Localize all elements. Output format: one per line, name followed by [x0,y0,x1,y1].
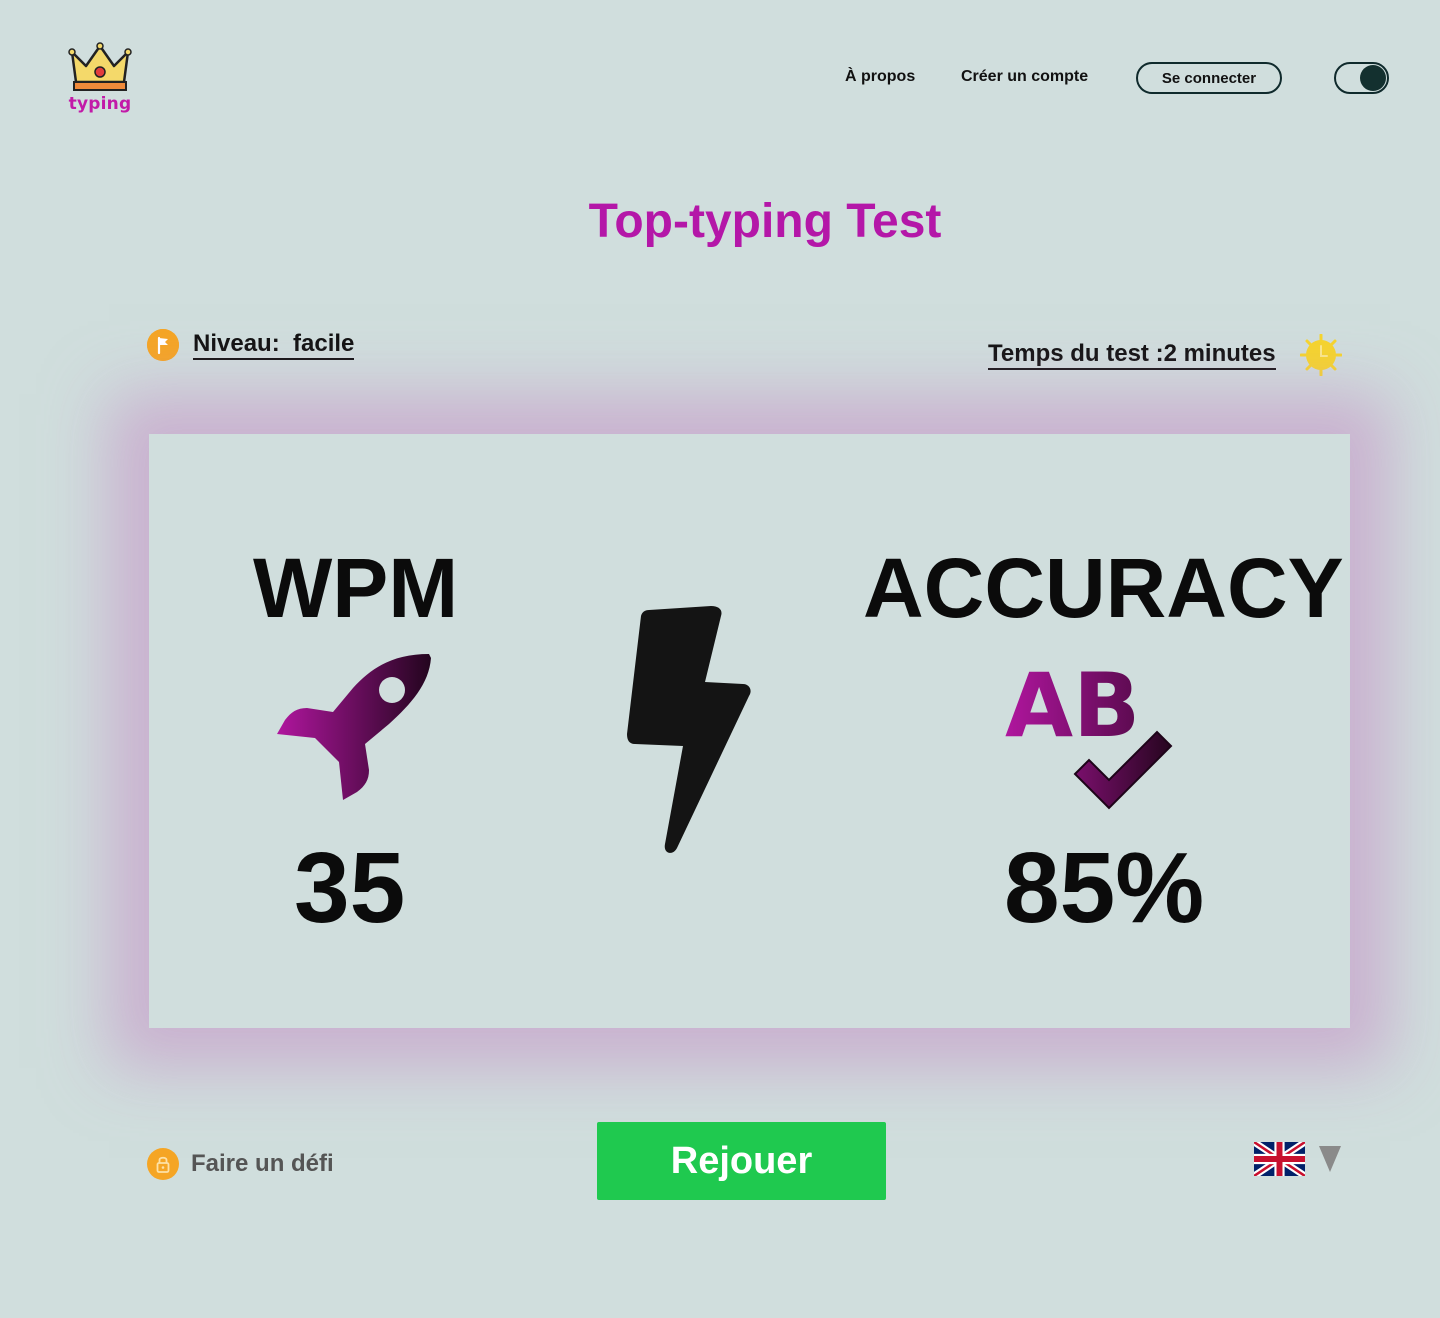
challenge-link[interactable]: Faire un défi [147,1148,334,1180]
language-selector[interactable] [1254,1142,1341,1176]
chevron-down-icon[interactable] [1319,1146,1341,1172]
lock-icon [147,1148,179,1180]
level-selector[interactable]: Niveau: facile [147,329,355,361]
toggle-knob [1360,65,1386,91]
results-card: WPM 35 ACCURACY AB 85% [149,434,1350,1028]
clock-icon [1299,334,1342,376]
page-title: Top-typing Test [588,195,942,248]
flag-icon [147,329,179,361]
time-label[interactable]: Temps du test :2 minutes [988,340,1276,370]
replay-button[interactable]: Rejouer [597,1122,886,1200]
accuracy-label: ACCURACY [863,541,1344,635]
lightning-bolt-icon [627,606,751,853]
accuracy-value: 85% [1004,832,1205,944]
level-label[interactable]: Niveau: facile [193,330,355,360]
wpm-label: WPM [253,541,459,635]
uk-flag-icon [1254,1142,1305,1176]
wpm-value: 35 [294,832,406,944]
nav-signup-link[interactable]: Créer un compte [961,68,1088,86]
logo[interactable]: typing [66,42,136,118]
logo-text: typing [68,94,132,114]
accuracy-check-icon: AB [1005,654,1173,810]
theme-toggle[interactable] [1334,62,1389,94]
nav-about-link[interactable]: À propos [845,68,915,86]
svg-text:AB: AB [1005,654,1140,757]
challenge-label[interactable]: Faire un défi [191,1150,334,1178]
rocket-icon [277,654,431,800]
crown-icon [68,42,132,91]
time-selector[interactable]: Temps du test :2 minutes [988,334,1342,376]
login-button[interactable]: Se connecter [1136,62,1282,94]
